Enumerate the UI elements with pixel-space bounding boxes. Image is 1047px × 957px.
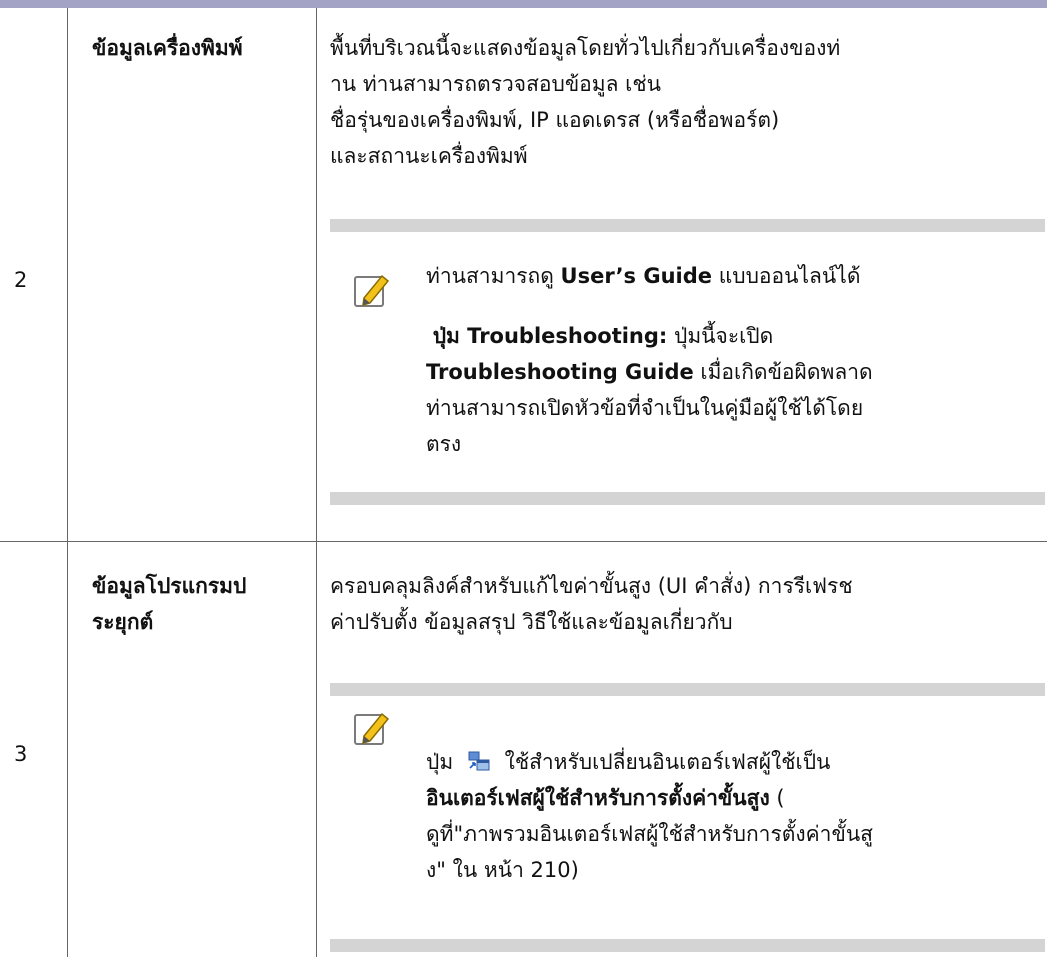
note-text-segment: ( (769, 786, 785, 810)
troubleshooting-button-label: ปุ่ม Troubleshooting: (432, 324, 668, 348)
note-text: ปุ่ม ใช้สำหรับเปลี่ยนอินเตอร์เฟสผู้ใช้เป… (426, 744, 1026, 888)
switch-ui-icon[interactable] (466, 748, 492, 774)
note-text-segment: แบบออนไลน์ได้ (712, 264, 861, 288)
note-text-segment: ท่านสามารถดู (426, 264, 561, 288)
note-line: ปุ่ม ใช้สำหรับเปลี่ยนอินเตอร์เฟสผู้ใช้เป… (426, 744, 1026, 780)
title-line: ระยุกต์ (92, 610, 154, 634)
note-box: ปุ่ม ใช้สำหรับเปลี่ยนอินเตอร์เฟสผู้ใช้เป… (330, 683, 1045, 952)
column-divider-1 (67, 8, 68, 957)
row-description: ครอบคลุมลิงค์สำหรับแก้ไขค่าขั้นสูง (UI ค… (330, 568, 1030, 640)
note-text: ท่านสามารถดู User’s Guide แบบออนไลน์ได้ (426, 258, 1026, 294)
row-number: 3 (14, 742, 28, 766)
column-divider-2 (316, 8, 317, 957)
description-line: าน ท่านสามารถตรวจสอบข้อมูล เช่น (330, 72, 661, 96)
note-line: อินเตอร์เฟสผู้ใช้สำหรับการตั้งค่าขั้นสูง… (426, 780, 1026, 816)
row-divider (0, 541, 1047, 542)
description-line: พื้นที่บริเวณนี้จะแสดงข้อมูลโดยทั่วไปเกี… (330, 36, 841, 60)
title-line: ข้อมูลโปรแกรมป (92, 574, 247, 598)
row-title: ข้อมูลโปรแกรมป ระยุกต์ (92, 568, 312, 640)
note-line: ดูที่"ภาพรวมอินเตอร์เฟสผู้ใช้สำหรับการตั… (426, 822, 873, 846)
note-text-segment: ปุ่ม (426, 750, 454, 774)
row-description: พื้นที่บริเวณนี้จะแสดงข้อมูลโดยทั่วไปเกี… (330, 30, 1030, 174)
note-text-segment: เมื่อเกิดข้อผิดพลาด (693, 360, 873, 384)
note-line: ง" ใน หน้า 210) (426, 858, 579, 882)
description-line: ชื่อรุ่นของเครื่องพิมพ์, IP แอดเดรส (หรื… (330, 108, 780, 132)
note-text-segment: ใช้สำหรับเปลี่ยนอินเตอร์เฟสผู้ใช้เป็น (504, 750, 831, 774)
header-bar (0, 0, 1047, 8)
note-line: ปุ่ม Troubleshooting: ปุ่มนี้จะเปิด (426, 318, 1026, 354)
note-box: ท่านสามารถดู User’s Guide แบบออนไลน์ได้ … (330, 219, 1045, 505)
description-line: ค่าปรับตั้ง ข้อมูลสรุป วิธีใช้และข้อมูลเ… (330, 610, 733, 634)
note-text: ปุ่ม Troubleshooting: ปุ่มนี้จะเปิด Trou… (426, 318, 1026, 462)
advanced-ui-link[interactable]: อินเตอร์เฟสผู้ใช้สำหรับการตั้งค่าขั้นสูง (426, 786, 770, 810)
row-title: ข้อมูลเครื่องพิมพ์ (92, 36, 243, 60)
pencil-note-icon (354, 712, 390, 745)
description-line: และสถานะเครื่องพิมพ์ (330, 144, 528, 168)
note-line: ตรง (426, 432, 462, 456)
note-line: Troubleshooting Guide เมื่อเกิดข้อผิดพลา… (426, 354, 1026, 390)
pencil-note-icon (354, 274, 390, 307)
note-line: ท่านสามารถเปิดหัวข้อที่จำเป็นในคู่มือผู้… (426, 396, 864, 420)
description-line: ครอบคลุมลิงค์สำหรับแก้ไขค่าขั้นสูง (UI ค… (330, 574, 853, 598)
row-number: 2 (14, 268, 28, 292)
troubleshooting-guide-link[interactable]: Troubleshooting Guide (426, 360, 694, 384)
user-guide-link[interactable]: User’s Guide (561, 264, 712, 288)
note-text-segment: ปุ่มนี้จะเปิด (667, 324, 774, 348)
